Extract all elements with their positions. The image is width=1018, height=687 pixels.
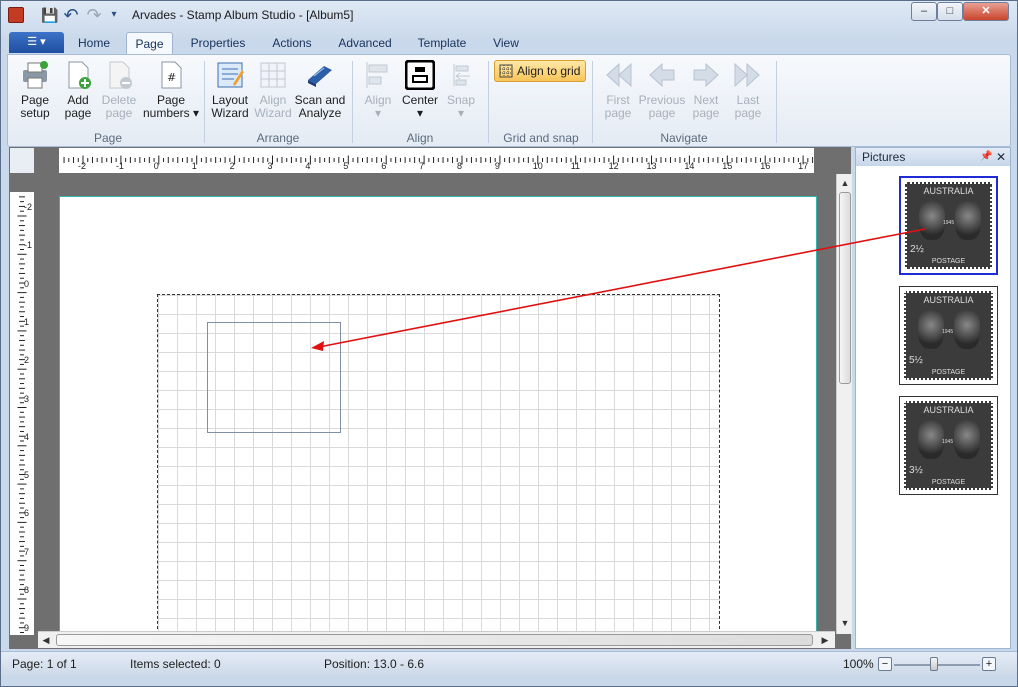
drag-arrow xyxy=(311,228,926,351)
zoom-out-button[interactable]: − xyxy=(878,657,892,671)
zoom-slider-thumb[interactable] xyxy=(930,657,938,671)
status-position: Position: 13.0 - 6.6 xyxy=(324,657,425,671)
zoom-in-button[interactable]: + xyxy=(982,657,996,671)
status-bar: Page: 1 of 1 Items selected: 0 Position:… xyxy=(1,651,1017,676)
zoom-level: 100% xyxy=(843,657,874,671)
status-page: Page: 1 of 1 xyxy=(12,657,77,671)
status-items-selected: Items selected: 0 xyxy=(130,657,221,671)
app-window: 💾 ↶ ↷ ▾ Arvades - Stamp Album Studio - [… xyxy=(0,0,1018,687)
